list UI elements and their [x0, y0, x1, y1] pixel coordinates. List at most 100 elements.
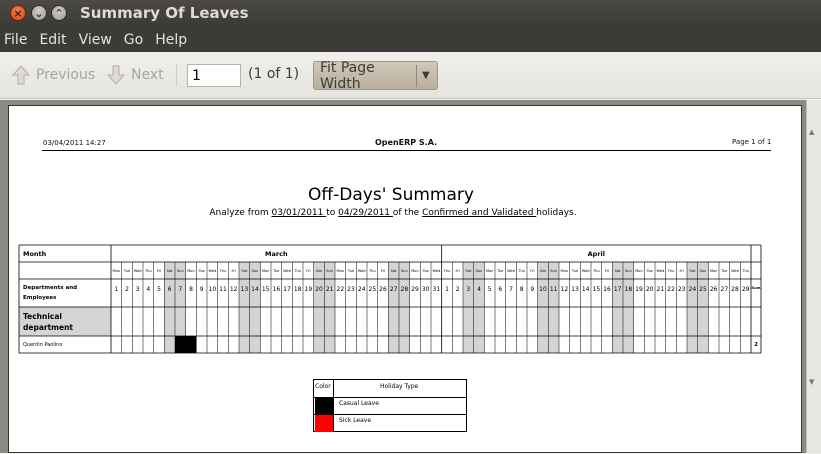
weekday-label: Wed: [731, 269, 739, 273]
menu-view[interactable]: View: [79, 32, 112, 48]
legend-row-divider: [314, 414, 467, 415]
subtitle-prefix: Analyze from: [209, 208, 272, 218]
weekday-label: Wed: [134, 269, 142, 273]
day-number: 15: [262, 286, 270, 293]
day-number: 14: [251, 286, 259, 293]
next-page-button[interactable]: Next: [107, 65, 164, 85]
maximize-window-button[interactable]: ⌃: [51, 5, 67, 21]
weekend-column: [687, 262, 698, 353]
day-number: 10: [539, 286, 547, 293]
weekend-column: [537, 262, 549, 353]
weekend-column: [239, 262, 250, 353]
day-number: 26: [379, 286, 387, 293]
page-indicator: Page 1 of 1: [732, 138, 772, 146]
weekend-column: [324, 262, 335, 353]
zoom-select[interactable]: Fit Page Width ▼: [313, 59, 438, 92]
weekday-label: Wed: [358, 269, 366, 273]
menu-help[interactable]: Help: [155, 32, 187, 48]
day-number: 3: [466, 286, 470, 293]
weekday-label: Tue: [422, 269, 430, 273]
weekend-column: [249, 262, 261, 353]
menu-file[interactable]: File: [4, 32, 27, 48]
weekday-label: Thu: [144, 269, 152, 273]
weekend-column: [612, 262, 623, 353]
weekday-label: Thu: [741, 269, 749, 273]
dept-header: Departments and: [23, 285, 77, 291]
weekday-label: Mon: [635, 269, 643, 273]
day-number: 12: [561, 286, 569, 293]
day-number: 25: [369, 286, 377, 293]
weekday-label: Fri: [381, 269, 385, 273]
day-number: 19: [635, 286, 643, 293]
weekday-label: Thu: [219, 269, 227, 273]
scroll-down-icon[interactable]: ▼: [809, 378, 814, 386]
scroll-up-icon[interactable]: ▲: [809, 128, 814, 136]
previous-page-button[interactable]: Previous: [12, 65, 95, 85]
report-subtitle: Analyze from 03/01/2011 to 04/29/2011 of…: [0, 208, 790, 218]
weekday-label: Tue: [571, 269, 579, 273]
day-number: 13: [571, 286, 579, 293]
day-number: 24: [689, 286, 697, 293]
weekday-label: Thu: [293, 269, 301, 273]
day-number: 11: [219, 286, 227, 293]
from-date: 03/01/2011: [271, 208, 327, 218]
weekday-label: Sat: [391, 269, 397, 273]
next-label: Next: [131, 67, 164, 83]
day-number: 31: [433, 286, 441, 293]
weekday-label: Sat: [167, 269, 173, 273]
day-number: 21: [326, 286, 334, 293]
weekday-label: Wed: [582, 269, 590, 273]
report-date: 03/04/2011 14:27: [43, 139, 106, 147]
day-number: 10: [209, 286, 217, 293]
day-number: 29: [411, 286, 419, 293]
day-number: 11: [550, 286, 558, 293]
menu-go[interactable]: Go: [124, 32, 143, 48]
weekend-column: [164, 262, 175, 353]
weekday-label: Thu: [443, 269, 451, 273]
arrow-up-icon: [12, 65, 30, 85]
weekday-label: Tue: [272, 269, 280, 273]
weekday-label: Sat: [540, 269, 546, 273]
day-number: 1: [114, 286, 118, 293]
day-number: 2: [125, 286, 129, 293]
day-number: 12: [230, 286, 238, 293]
day-number: 22: [667, 286, 675, 293]
close-icon: ×: [13, 6, 23, 20]
weekend-column: [313, 262, 325, 353]
page-count: (1 of 1): [248, 66, 300, 82]
day-number: 23: [678, 286, 686, 293]
menu-edit[interactable]: Edit: [39, 32, 66, 48]
zoom-value: Fit Page Width: [320, 59, 375, 92]
day-number: 25: [699, 286, 707, 293]
weekend-column: [463, 262, 474, 353]
day-number: 8: [520, 286, 524, 293]
weekday-label: Mon: [486, 269, 494, 273]
day-number: 14: [582, 286, 590, 293]
weekday-label: Mon: [710, 269, 718, 273]
weekday-label: Sat: [615, 269, 621, 273]
day-number: 13: [241, 286, 249, 293]
month-name: April: [588, 250, 605, 258]
weekday-label: Tue: [347, 269, 355, 273]
department-name: Technical: [23, 312, 62, 321]
day-number: 7: [509, 286, 513, 293]
day-number: 7: [178, 286, 182, 293]
page-number-input[interactable]: [187, 64, 241, 87]
dept-header: Employees: [23, 295, 57, 301]
weekday-label: Thu: [592, 269, 600, 273]
weekday-label: Fri: [306, 269, 310, 273]
weekday-label: Sun: [401, 269, 408, 273]
holiday-state: Confirmed and Validated: [422, 208, 537, 218]
day-number: 20: [315, 286, 323, 293]
close-window-button[interactable]: ×: [10, 5, 26, 21]
weekday-label: Sun: [700, 269, 707, 273]
weekend-column: [697, 262, 709, 353]
subtitle-suffix: holidays.: [536, 208, 577, 218]
title-bar: × ⌄ ⌃ Summary Of Leaves: [0, 0, 821, 27]
vertical-scrollbar[interactable]: [806, 100, 821, 453]
legend-item-label: Sick Leave: [339, 417, 372, 424]
day-number: 9: [200, 286, 204, 293]
window-title: Summary Of Leaves: [80, 4, 249, 22]
minimize-window-button[interactable]: ⌄: [31, 5, 47, 21]
day-number: 9: [530, 286, 534, 293]
